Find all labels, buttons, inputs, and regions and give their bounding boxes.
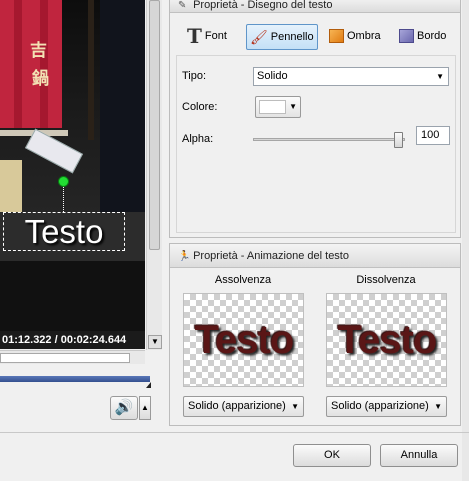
color-swatch xyxy=(259,100,286,114)
rotation-handle[interactable] xyxy=(58,176,69,187)
brush-icon: 🖌 xyxy=(250,29,268,46)
vertical-scrollbar[interactable]: ▼ xyxy=(146,0,162,350)
color-picker[interactable]: ▼ xyxy=(255,96,301,118)
chevron-down-icon: ▼ xyxy=(291,397,299,416)
fade-in-label: Assolvenza xyxy=(214,274,272,286)
footer-divider xyxy=(0,432,469,433)
ok-button[interactable]: OK xyxy=(293,444,371,467)
tab-font[interactable]: T Font xyxy=(184,24,234,50)
volume-arrow-up-icon[interactable]: ▲ xyxy=(139,396,151,420)
border-icon xyxy=(399,29,414,44)
speaker-icon[interactable]: 🔊 xyxy=(110,396,138,420)
panel-title: Proprietà - Disegno del testo xyxy=(193,0,333,11)
video-preview[interactable]: 吉 鍋 Testo xyxy=(0,0,145,261)
alpha-input[interactable]: 100 xyxy=(416,126,450,145)
alpha-label: Alpha: xyxy=(182,133,214,145)
fade-in-select[interactable]: Solido (apparizione) ▼ xyxy=(183,396,304,417)
video-poster xyxy=(0,160,22,214)
timeline-end-marker-icon xyxy=(146,382,151,388)
tab-strip: T Font 🖌 Pennello Ombra Bordo xyxy=(184,24,452,50)
tab-bordo-label: Bordo xyxy=(417,30,447,42)
timeline-track[interactable] xyxy=(0,376,150,382)
colore-label: Colore: xyxy=(182,101,218,113)
cancel-button[interactable]: Annulla xyxy=(380,444,458,467)
text-overlay: Testo xyxy=(24,213,104,250)
tab-pennello[interactable]: 🖌 Pennello xyxy=(246,24,318,50)
tipo-select[interactable]: Solido ▼ xyxy=(253,67,449,86)
fade-in-column: Assolvenza Testo Solido (apparizione) ▼ xyxy=(182,274,304,417)
video-curtain xyxy=(0,0,62,128)
chevron-down-icon: ▼ xyxy=(289,102,297,111)
fade-out-preview-text: Testo xyxy=(337,318,438,362)
volume-control[interactable]: 🔊 ▲ xyxy=(110,396,152,420)
tab-ombra-label: Ombra xyxy=(347,30,381,42)
fade-out-select[interactable]: Solido (apparizione) ▼ xyxy=(326,396,447,417)
time-current: 01:12.322 xyxy=(2,334,52,346)
video-curtain-stripe xyxy=(14,0,22,128)
text-drawing-panel: ✎ Proprietà - Disegno del testo T Font 🖌 P… xyxy=(169,0,461,238)
alpha-slider-handle[interactable] xyxy=(394,132,403,148)
fade-in-value: Solido (apparizione) xyxy=(188,400,286,412)
rotation-handle-line xyxy=(63,186,64,212)
timeline[interactable] xyxy=(0,374,151,388)
tipo-label: Tipo: xyxy=(182,70,207,82)
chevron-down-icon: ▼ xyxy=(436,72,444,81)
scroll-down-arrow-icon[interactable]: ▼ xyxy=(148,335,162,349)
running-person-icon: 🏃 xyxy=(178,251,191,262)
fade-out-value: Solido (apparizione) xyxy=(331,400,429,412)
vertical-scrollbar-thumb[interactable] xyxy=(149,0,160,250)
fade-out-preview: Testo xyxy=(326,293,447,387)
text-animation-panel: 🏃 Proprietà - Animazione del testo Assol… xyxy=(169,243,461,426)
fade-out-column: Dissolvenza Testo Solido (apparizione) ▼ xyxy=(325,274,447,417)
panel-title: Proprietà - Animazione del testo xyxy=(193,250,349,262)
tab-font-label: Font xyxy=(204,30,227,42)
window-right-edge xyxy=(462,0,469,481)
time-separator: / xyxy=(54,334,58,346)
fade-out-label: Dissolvenza xyxy=(356,274,416,286)
video-pole xyxy=(88,0,94,140)
video-glyph: 吉 xyxy=(30,41,47,61)
horizontal-scrollbar[interactable] xyxy=(0,350,145,364)
tab-ombra[interactable]: Ombra xyxy=(326,24,388,50)
time-total: 00:02:24.644 xyxy=(60,334,127,346)
horizontal-scrollbar-thumb[interactable] xyxy=(0,353,130,363)
shadow-icon xyxy=(329,29,344,44)
panel-header-anim: 🏃 Proprietà - Animazione del testo xyxy=(170,244,460,268)
alpha-slider[interactable] xyxy=(253,132,405,148)
tipo-value: Solido xyxy=(257,70,288,82)
alpha-slider-track[interactable] xyxy=(253,138,405,141)
text-selection-box[interactable]: Testo xyxy=(3,212,125,251)
panel-header-text: ✎ Proprietà - Disegno del testo xyxy=(170,0,460,13)
paint-icon: ✎ xyxy=(178,0,187,11)
video-bottom-area xyxy=(0,261,145,333)
chevron-down-icon: ▼ xyxy=(434,397,442,416)
time-display: 01:12.322 / 00:02:24.644 xyxy=(0,331,145,349)
font-icon: T xyxy=(187,24,202,49)
fade-in-preview: Testo xyxy=(183,293,304,387)
tab-pennello-label: Pennello xyxy=(270,31,314,43)
fade-in-preview-text: Testo xyxy=(194,318,295,362)
video-glyph: 鍋 xyxy=(32,69,49,89)
tab-bordo[interactable]: Bordo xyxy=(396,24,454,50)
